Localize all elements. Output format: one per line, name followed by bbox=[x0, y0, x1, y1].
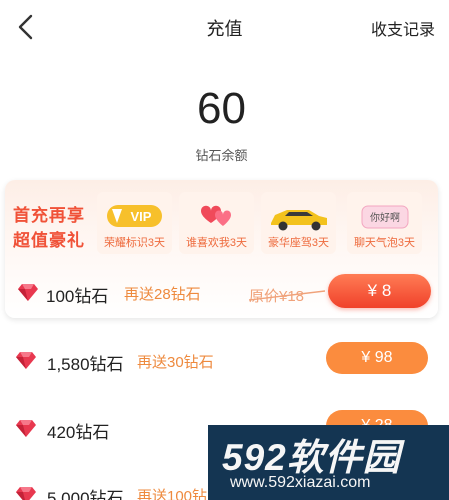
package-amount: 5,000钻石 bbox=[47, 489, 124, 500]
perk-label: 谁喜欢我3天 bbox=[185, 237, 248, 249]
buy-button-first-recharge[interactable]: ¥ 8 bbox=[328, 274, 431, 308]
offer-bonus: 再送28钻石 bbox=[124, 286, 201, 303]
balance-label: 钻石余额 bbox=[195, 148, 248, 163]
promo-slogan-line2: 超值豪礼 bbox=[13, 231, 85, 250]
package-bonus: 再送30钻石 bbox=[137, 354, 214, 371]
promo-slogan-line1: 首充再享 bbox=[13, 206, 85, 225]
package-row[interactable]: 1,580钻石 再送30钻石 ¥ 98 bbox=[0, 338, 449, 382]
diamond-icon bbox=[16, 352, 36, 369]
package-amount: 420钻石 bbox=[47, 423, 110, 442]
hearts-icon bbox=[201, 205, 231, 226]
header: 充值 收支记录 bbox=[0, 0, 449, 54]
perk-likes: 谁喜欢我3天 bbox=[179, 192, 254, 254]
perk-label: 豪华座驾3天 bbox=[267, 237, 330, 249]
first-recharge-card[interactable]: 首充再享 超值豪礼 VIP 荣耀标识3天 谁喜欢我3天 豪华座驾3天 你好啊 聊… bbox=[5, 180, 438, 318]
perk-label: 荣耀标识3天 bbox=[103, 237, 166, 249]
perk-label: 聊天气泡3天 bbox=[353, 237, 416, 249]
vip-badge-icon: VIP bbox=[107, 205, 162, 227]
perk-car: 豪华座驾3天 bbox=[261, 192, 336, 254]
strikethrough-line bbox=[249, 290, 325, 301]
watermark-url: www.592xiazai.com bbox=[230, 474, 371, 491]
diamond-icon bbox=[18, 284, 38, 301]
perk-chat-bubble: 你好啊 聊天气泡3天 bbox=[347, 192, 422, 254]
package-bonus: 再送100钻 bbox=[137, 488, 208, 500]
records-link[interactable]: 收支记录 bbox=[371, 16, 435, 40]
balance-value: 60 bbox=[197, 84, 246, 133]
watermark-title: 592软件园 bbox=[222, 437, 401, 478]
diamond-icon bbox=[16, 420, 36, 437]
package-amount: 1,580钻石 bbox=[47, 355, 124, 374]
diamond-icon bbox=[16, 487, 36, 500]
offer-amount: 100钻石 bbox=[46, 287, 109, 306]
promo-slogan: 首充再享 超值豪礼 bbox=[13, 203, 99, 253]
watermark-overlay: 592软件园 www.592xiazai.com bbox=[208, 425, 449, 500]
vip-badge-text: VIP bbox=[131, 209, 152, 224]
buy-button[interactable]: ¥ 98 bbox=[326, 342, 428, 374]
perk-vip: VIP 荣耀标识3天 bbox=[97, 192, 172, 254]
car-icon bbox=[271, 210, 327, 231]
chat-bubble-text: 你好啊 bbox=[370, 211, 400, 224]
chat-bubble-icon: 你好啊 bbox=[361, 205, 409, 229]
